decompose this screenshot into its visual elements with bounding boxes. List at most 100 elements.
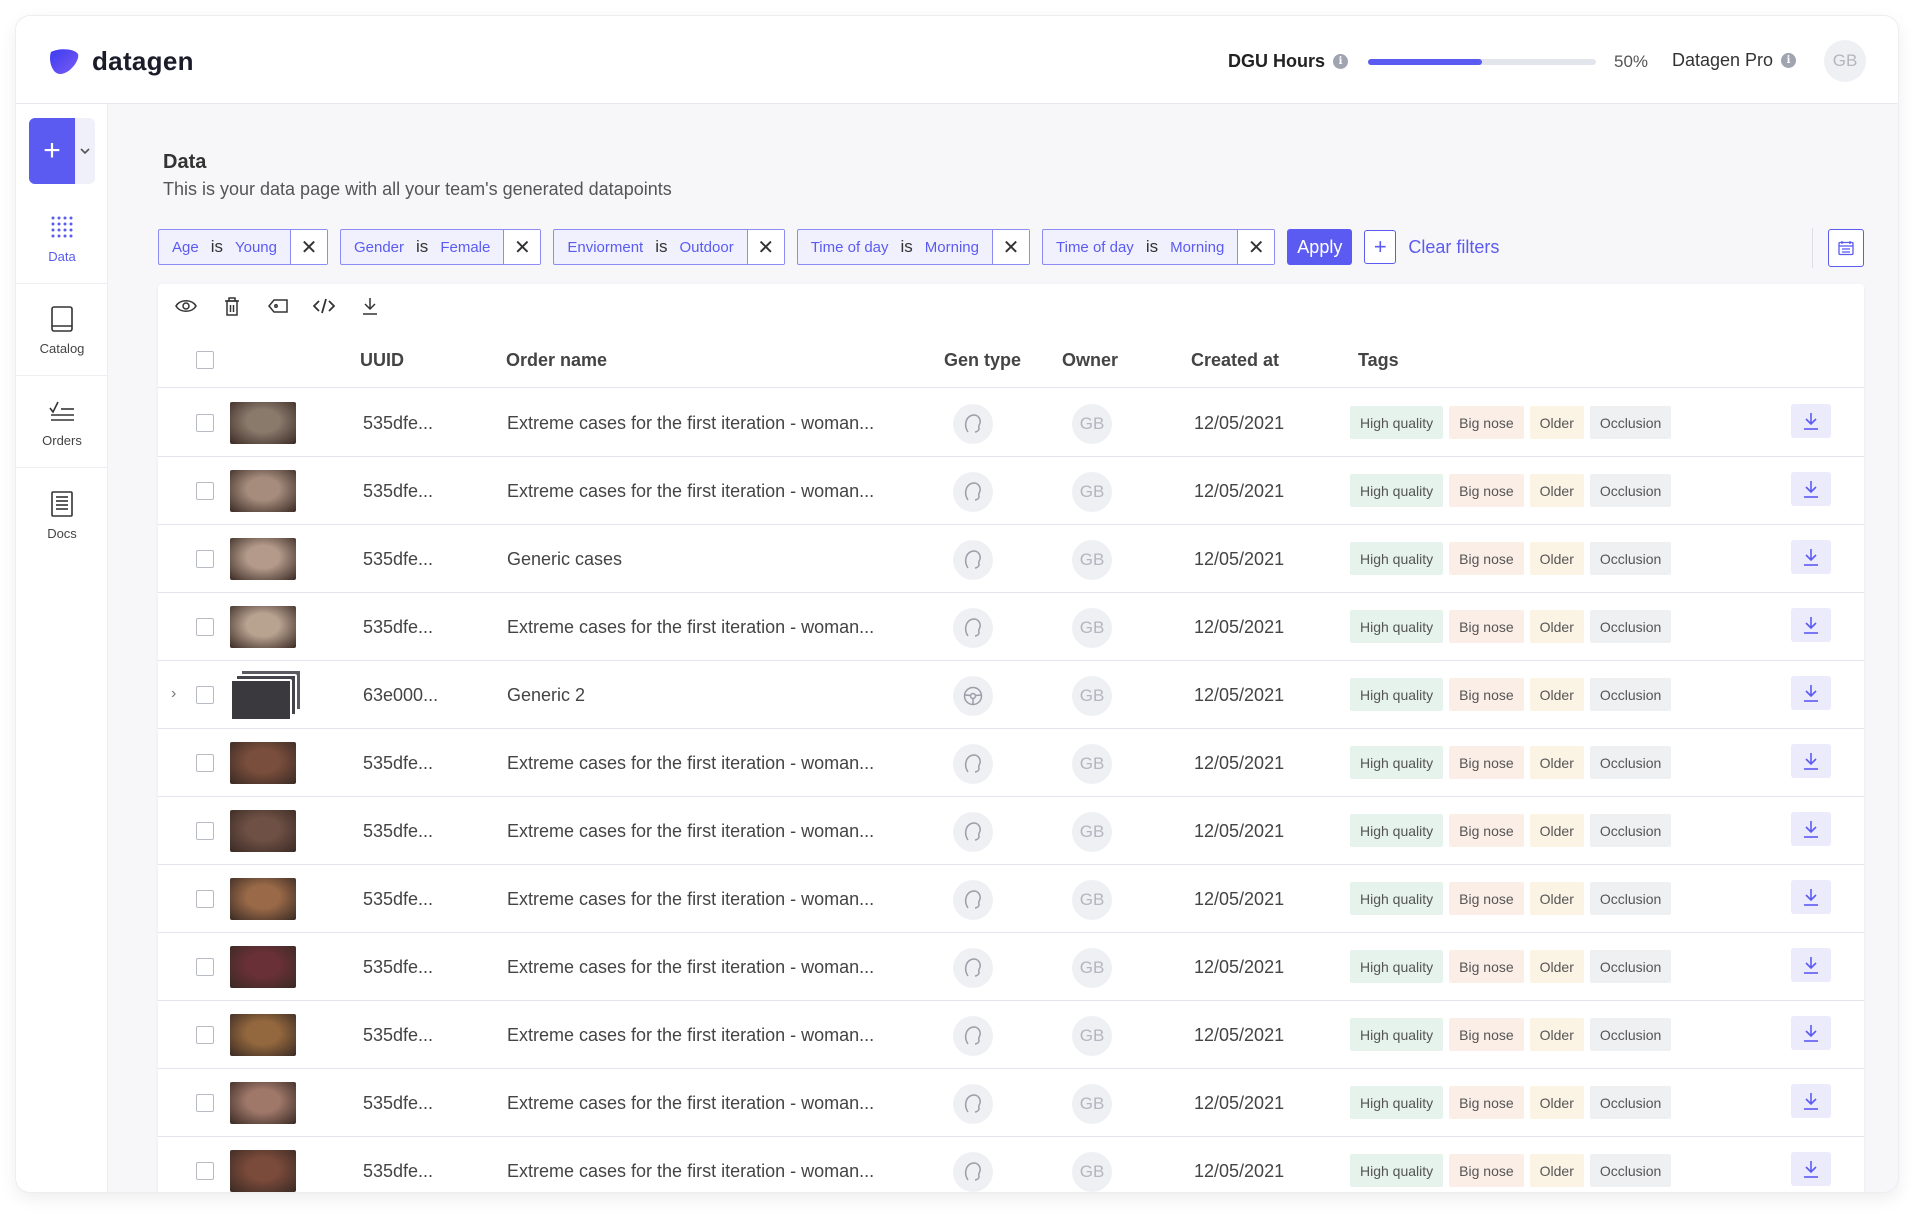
tag-badge[interactable]: Big nose xyxy=(1449,814,1524,847)
row-download-button[interactable] xyxy=(1791,948,1831,982)
tag-badge[interactable]: Older xyxy=(1529,542,1584,575)
row-checkbox[interactable] xyxy=(196,1162,214,1180)
logo[interactable]: datagen xyxy=(48,46,194,77)
tag-badge[interactable]: Occlusion xyxy=(1589,882,1672,915)
tag-badge[interactable]: Older xyxy=(1529,406,1584,439)
row-download-button[interactable] xyxy=(1791,608,1831,642)
table-row[interactable]: 535dfe... Extreme cases for the first ite… xyxy=(158,1069,1864,1137)
column-header-owner[interactable]: Owner xyxy=(1062,350,1118,371)
row-download-button[interactable] xyxy=(1791,744,1831,778)
owner-avatar[interactable]: GB xyxy=(1072,812,1112,852)
owner-avatar[interactable]: GB xyxy=(1072,404,1112,444)
tag-badge[interactable]: Occlusion xyxy=(1589,610,1672,643)
tag-badge[interactable]: High quality xyxy=(1350,746,1444,779)
user-avatar[interactable]: GB xyxy=(1824,40,1866,82)
table-row[interactable]: 535dfe... Extreme cases for the first ite… xyxy=(158,1137,1864,1192)
tag-badge[interactable]: Big nose xyxy=(1449,406,1524,439)
tag-badge[interactable]: Big nose xyxy=(1449,474,1524,507)
row-checkbox[interactable] xyxy=(196,482,214,500)
row-checkbox[interactable] xyxy=(196,754,214,772)
chevron-right-icon[interactable]: › xyxy=(171,685,176,703)
row-download-button[interactable] xyxy=(1791,1016,1831,1050)
tag-badge[interactable]: Big nose xyxy=(1449,1018,1524,1051)
thumbnail[interactable] xyxy=(230,606,296,648)
sidebar-item-data[interactable]: Data xyxy=(16,194,108,284)
tag-badge[interactable]: Older xyxy=(1529,950,1584,983)
column-header-gen-type[interactable]: Gen type xyxy=(944,350,1021,371)
tag-badge[interactable]: High quality xyxy=(1350,1018,1444,1051)
column-header-uuid[interactable]: UUID xyxy=(360,350,404,371)
tag-badge[interactable]: Big nose xyxy=(1449,610,1524,643)
owner-avatar[interactable]: GB xyxy=(1072,1152,1112,1192)
owner-avatar[interactable]: GB xyxy=(1072,744,1112,784)
owner-avatar[interactable]: GB xyxy=(1072,472,1112,512)
close-icon[interactable]: ✕ xyxy=(290,230,327,264)
tag-badge[interactable]: Occlusion xyxy=(1589,1154,1672,1187)
tag-badge[interactable]: Older xyxy=(1529,882,1584,915)
tag-badge[interactable]: Big nose xyxy=(1449,746,1524,779)
thumbnail[interactable] xyxy=(230,1150,296,1192)
row-checkbox[interactable] xyxy=(196,618,214,636)
table-row[interactable]: 535dfe... Generic cases GB 12/05/2021 High q… xyxy=(158,525,1864,593)
sidebar-item-docs[interactable]: Docs xyxy=(16,470,108,560)
sidebar-item-orders[interactable]: Orders xyxy=(16,378,108,468)
tag-badge[interactable]: Older xyxy=(1529,610,1584,643)
eye-icon[interactable] xyxy=(172,292,200,320)
thumbnail[interactable] xyxy=(230,470,296,512)
row-checkbox[interactable] xyxy=(196,890,214,908)
close-icon[interactable]: ✕ xyxy=(504,230,541,264)
tag-badge[interactable]: Big nose xyxy=(1449,1154,1524,1187)
clear-filters-link[interactable]: Clear filters xyxy=(1408,237,1499,258)
tag-badge[interactable]: Occlusion xyxy=(1589,1018,1672,1051)
filter-chip-body[interactable]: Time of day is Morning xyxy=(798,230,993,264)
thumbnail[interactable] xyxy=(230,538,296,580)
row-download-button[interactable] xyxy=(1791,880,1831,914)
thumbnail[interactable] xyxy=(230,742,296,784)
tag-badge[interactable]: High quality xyxy=(1350,542,1444,575)
tag-badge[interactable]: High quality xyxy=(1350,882,1444,915)
tag-badge[interactable]: Older xyxy=(1529,678,1584,711)
table-row[interactable]: 535dfe... Extreme cases for the first ite… xyxy=(158,1001,1864,1069)
close-icon[interactable]: ✕ xyxy=(1238,230,1275,264)
owner-avatar[interactable]: GB xyxy=(1072,608,1112,648)
table-row[interactable]: 535dfe... Extreme cases for the first ite… xyxy=(158,865,1864,933)
info-icon[interactable]: i xyxy=(1333,54,1349,69)
tag-badge[interactable]: Occlusion xyxy=(1589,678,1672,711)
row-checkbox[interactable] xyxy=(196,414,214,432)
tag-badge[interactable]: Occlusion xyxy=(1589,746,1672,779)
tag-badge[interactable]: Occlusion xyxy=(1589,1086,1672,1119)
tag-badge[interactable]: Occlusion xyxy=(1589,814,1672,847)
tag-badge[interactable]: Older xyxy=(1529,1018,1584,1051)
thumbnail[interactable] xyxy=(230,810,296,852)
table-row[interactable]: 535dfe... Extreme cases for the first ite… xyxy=(158,797,1864,865)
tag-badge[interactable]: Occlusion xyxy=(1589,406,1672,439)
filter-chip-body[interactable]: Gender is Female xyxy=(341,230,505,264)
filter-chip[interactable]: Time of day is Morning ✕ xyxy=(796,229,1030,265)
owner-avatar[interactable]: GB xyxy=(1072,1084,1112,1124)
table-row[interactable]: 535dfe... Extreme cases for the first ite… xyxy=(158,729,1864,797)
chevron-down-icon[interactable] xyxy=(75,118,95,184)
row-checkbox[interactable] xyxy=(196,822,214,840)
row-download-button[interactable] xyxy=(1791,1152,1831,1186)
row-download-button[interactable] xyxy=(1791,404,1831,438)
row-checkbox[interactable] xyxy=(196,1094,214,1112)
apply-button[interactable]: Apply xyxy=(1287,229,1353,265)
filter-chip[interactable]: Age is Young ✕ xyxy=(158,229,328,265)
tag-badge[interactable]: Big nose xyxy=(1449,1086,1524,1119)
table-row[interactable]: 535dfe... Extreme cases for the first ite… xyxy=(158,593,1864,661)
row-checkbox[interactable] xyxy=(196,958,214,976)
tag-badge[interactable]: Older xyxy=(1529,1154,1584,1187)
code-icon[interactable] xyxy=(310,292,338,320)
owner-avatar[interactable]: GB xyxy=(1072,880,1112,920)
tag-badge[interactable]: High quality xyxy=(1350,610,1444,643)
filter-chip-body[interactable]: Enviorment is Outdoor xyxy=(554,230,748,264)
tag-badge[interactable]: Older xyxy=(1529,474,1584,507)
tag-badge[interactable]: High quality xyxy=(1350,1086,1444,1119)
calendar-button[interactable] xyxy=(1828,229,1864,267)
filter-chip[interactable]: Enviorment is Outdoor ✕ xyxy=(553,229,785,265)
row-checkbox[interactable] xyxy=(196,1026,214,1044)
table-row[interactable]: 535dfe... Extreme cases for the first ite… xyxy=(158,457,1864,525)
select-all-checkbox[interactable] xyxy=(196,351,214,369)
download-icon[interactable] xyxy=(356,292,384,320)
tag-badge[interactable]: High quality xyxy=(1350,406,1444,439)
